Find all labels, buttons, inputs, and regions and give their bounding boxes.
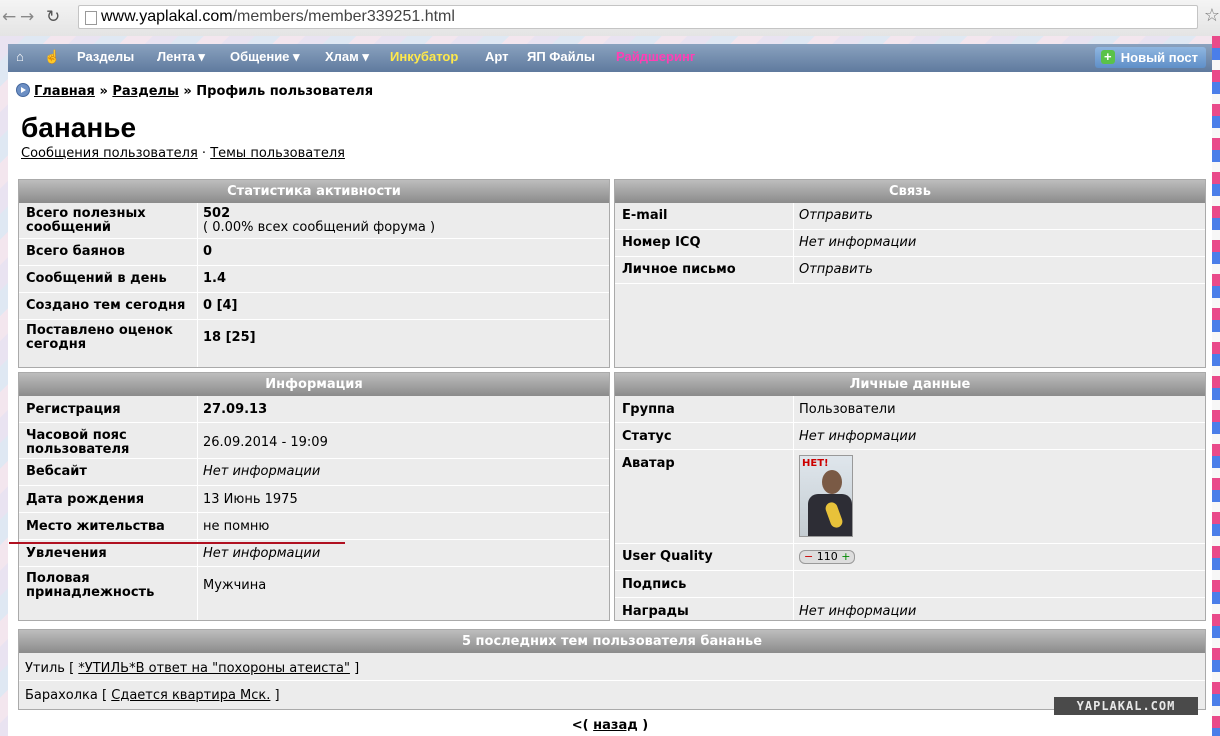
info-row: Вебсайт Нет информации <box>19 459 609 486</box>
info-header: Информация <box>19 373 609 396</box>
user-topics-link[interactable]: Темы пользователя <box>210 146 345 161</box>
page-icon <box>85 11 97 25</box>
info-box: Информация Регистрация 27.09.13 Часовой … <box>18 372 610 621</box>
back-link-row: <( назад ) <box>571 718 649 733</box>
forward-arrow-icon[interactable]: → <box>20 7 34 27</box>
menu-item-files[interactable]: ЯП Файлы <box>527 49 595 64</box>
topic-item: Барахолка [ Сдается квартира Мск. ] <box>25 688 280 703</box>
play-icon <box>16 83 30 97</box>
reload-icon[interactable]: ↻ <box>46 7 60 27</box>
thumbs-up-icon[interactable]: ☝ <box>44 49 60 65</box>
breadcrumb-sections[interactable]: Разделы <box>112 84 178 99</box>
info-row: Регистрация 27.09.13 <box>19 396 609 423</box>
plus-icon: + <box>1100 50 1115 64</box>
contact-row: Личное письмо Отправить <box>615 257 1205 284</box>
menu-item-incubator[interactable]: Инкубатор <box>390 49 458 64</box>
contact-box: Связь E-mail Отправить Номер ICQ Нет инф… <box>614 179 1206 368</box>
back-arrow-icon[interactable]: ← <box>2 7 16 27</box>
topic-link[interactable]: Сдается квартира Мск. <box>111 688 270 703</box>
stats-row: Сообщений в день 1.4 <box>19 266 609 293</box>
topic-link[interactable]: *УТИЛЬ*В ответ на "похороны атеиста" <box>78 661 350 676</box>
avatar: НЕТ! <box>799 455 853 537</box>
recent-topics-box: 5 последних тем пользователя бананье Ути… <box>18 629 1206 710</box>
personal-row: Подпись <box>615 571 1205 598</box>
plus-vote-icon[interactable]: + <box>841 550 850 563</box>
profile-links: Сообщения пользователя · Темы пользовате… <box>21 146 345 161</box>
contact-row: E-mail Отправить <box>615 203 1205 230</box>
site-menu: ⌂ ☝ Разделы Лента ▾ Общение ▾ Хлам ▾ Инк… <box>8 44 1212 72</box>
breadcrumb-current: Профиль пользователя <box>196 84 374 99</box>
home-icon[interactable]: ⌂ <box>16 49 24 64</box>
stats-row: Создано тем сегодня 0 [4] <box>19 293 609 320</box>
minus-vote-icon[interactable]: − <box>804 550 813 563</box>
menu-item-junk[interactable]: Хлам ▾ <box>325 49 369 65</box>
personal-header: Личные данные <box>615 373 1205 396</box>
breadcrumb: Главная » Разделы » Профиль пользователя <box>16 83 373 99</box>
stats-row: Поставлено оценок сегодня 18 [25] <box>26 323 256 352</box>
private-message-link[interactable]: Отправить <box>799 263 873 277</box>
browser-toolbar: ← → ↻ www.yaplakal.com/members/member339… <box>0 0 1220 37</box>
stats-row: Всего полезных сообщений 502 ( 0.00% все… <box>19 203 609 239</box>
breadcrumb-home[interactable]: Главная <box>34 84 95 99</box>
menu-item-art[interactable]: Арт <box>485 49 509 64</box>
info-row: Дата рождения 13 Июнь 1975 <box>19 486 609 513</box>
back-link[interactable]: назад <box>593 718 638 733</box>
menu-item-feed[interactable]: Лента ▾ <box>157 49 205 65</box>
email-send-link[interactable]: Отправить <box>799 209 873 223</box>
address-bar[interactable]: www.yaplakal.com/members/member339251.ht… <box>78 5 1198 29</box>
user-quality-badge: − 110 + <box>799 550 856 564</box>
user-posts-link[interactable]: Сообщения пользователя <box>21 146 198 161</box>
personal-row: Награды Нет информации <box>622 604 917 619</box>
info-row: Увлечения Нет информации <box>19 540 609 567</box>
red-underline-annotation <box>9 542 345 544</box>
personal-box: Личные данные Группа Пользователи Статус… <box>614 372 1206 621</box>
stats-header: Статистика активности <box>19 180 609 203</box>
personal-row: User Quality − 110 + <box>615 544 1205 571</box>
personal-row: Аватар НЕТ! <box>615 450 1205 544</box>
bookmark-star-icon[interactable]: ☆ <box>1204 5 1220 26</box>
menu-item-rideshare[interactable]: Райдшеринг <box>616 49 695 64</box>
watermark: YAPLAKAL.COM <box>1054 697 1198 715</box>
stats-box: Статистика активности Всего полезных соо… <box>18 179 610 368</box>
recent-topics-header: 5 последних тем пользователя бананье <box>19 630 1205 653</box>
page-title: бананье <box>21 112 137 143</box>
site-background-edge <box>1212 36 1220 736</box>
contact-row: Номер ICQ Нет информации <box>615 230 1205 257</box>
content-panel: Главная » Разделы » Профиль пользователя… <box>8 72 1212 736</box>
menu-item-chat[interactable]: Общение ▾ <box>230 49 300 65</box>
stats-row: Всего баянов 0 <box>19 239 609 266</box>
info-row: Половая принадлежность Мужчина <box>26 571 267 600</box>
new-post-button[interactable]: + Новый пост <box>1094 47 1206 68</box>
personal-row: Статус Нет информации <box>615 423 1205 450</box>
personal-row: Группа Пользователи <box>615 396 1205 423</box>
topic-item: Утиль [ *УТИЛЬ*В ответ на "похороны атеи… <box>25 661 360 676</box>
menu-item-sections[interactable]: Разделы <box>77 49 134 64</box>
url-text: www.yaplakal.com/members/member339251.ht… <box>101 8 455 25</box>
contact-header: Связь <box>615 180 1205 203</box>
info-row: Место жительства не помню <box>19 513 609 540</box>
info-row: Часовой пояс пользователя 26.09.2014 - 1… <box>19 423 609 459</box>
